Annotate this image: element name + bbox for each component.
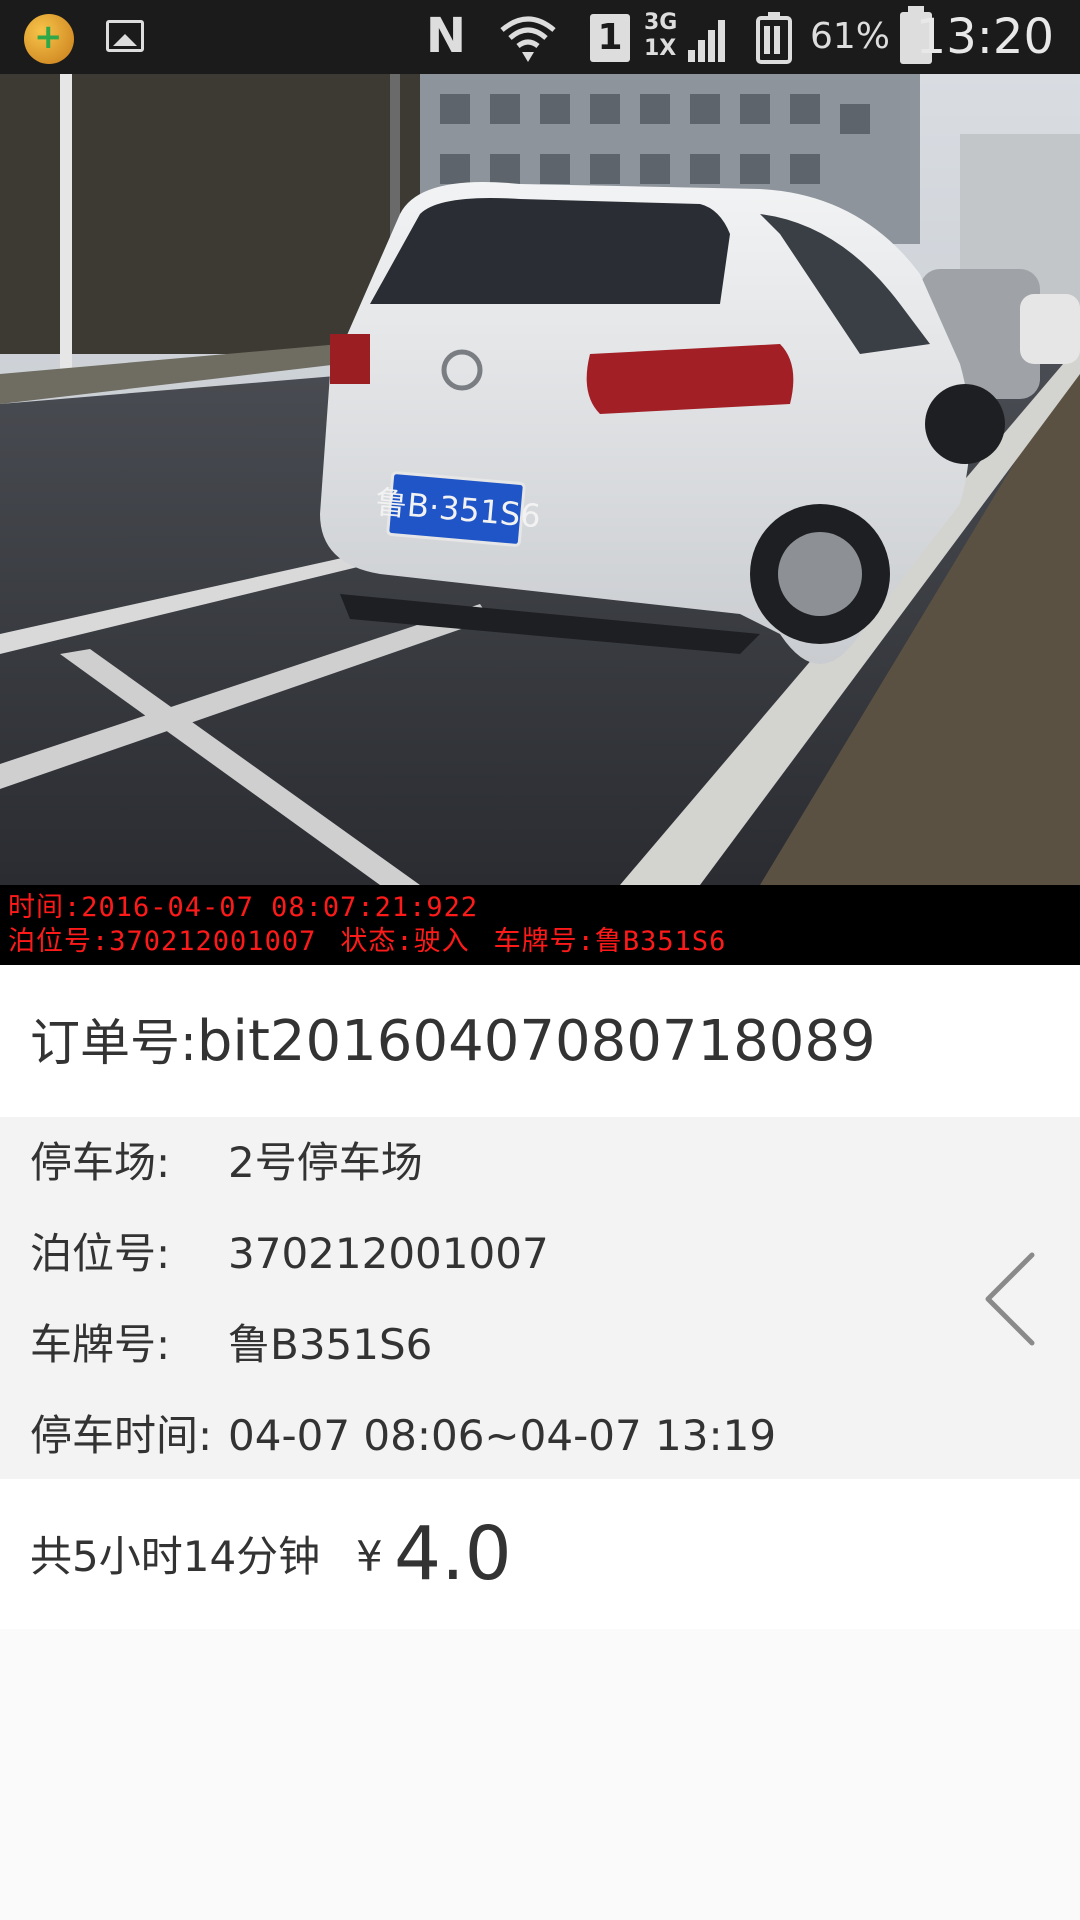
detail-value: 370212001007 <box>228 1229 549 1278</box>
fee-amount: 4.0 <box>394 1511 512 1597</box>
detail-label: 停车场: <box>30 1138 171 1187</box>
order-number: 订单号:bit20160407080718089 <box>30 1010 876 1075</box>
overlay-line-info: 泊位号:370212001007 状态:驶入 车牌号:鲁B351S6 <box>8 925 1080 959</box>
sim-icon: 1 <box>590 14 630 62</box>
overlay-plate-label: 车牌号: <box>493 926 595 957</box>
clock: 13:20 <box>915 9 1054 65</box>
total-row: 共5小时14分钟 ¥ 4.0 <box>0 1479 1080 1629</box>
parking-duration: 共5小时14分钟 <box>30 1532 321 1581</box>
detail-value: 04-07 08:06~04-07 13:19 <box>228 1411 777 1460</box>
detail-value: 2号停车场 <box>228 1138 423 1187</box>
detail-value: 鲁B351S6 <box>228 1320 433 1369</box>
order-number-value: bit20160407080718089 <box>196 1009 876 1074</box>
signal-bars-icon <box>688 20 725 62</box>
gallery-icon <box>106 20 144 52</box>
chevron-left-icon[interactable] <box>980 1249 1040 1349</box>
photo-image: 鲁B·351S6 <box>0 74 1080 885</box>
detail-label: 停车时间: <box>30 1411 213 1460</box>
signal-icon: 3G 1X <box>644 10 728 66</box>
detail-label: 泊位号: <box>30 1229 171 1278</box>
order-number-label: 订单号: <box>30 1014 197 1072</box>
overlay-line-time: 时间:2016-04-07 08:07:21:922 <box>8 891 1080 925</box>
overlay-status-value: 驶入 <box>413 926 470 957</box>
battery-saver-icon <box>756 12 792 64</box>
overlay-time-label: 时间: <box>8 892 82 923</box>
status-bar: + N 1 3G 1X 61% 13:20 <box>0 0 1080 74</box>
photo-timestamp-overlay: 时间:2016-04-07 08:07:21:922 泊位号:370212001… <box>0 885 1080 965</box>
overlay-status-label: 状态: <box>340 926 414 957</box>
parking-camera-photo[interactable]: 鲁B·351S6 <box>0 74 1080 885</box>
network-type-label-2: 1X <box>644 36 677 61</box>
detail-label: 车牌号: <box>30 1320 171 1369</box>
overlay-plate-value: 鲁B351S6 <box>594 926 727 957</box>
currency-symbol: ¥ <box>356 1532 383 1581</box>
network-type-label: 3G <box>644 10 678 35</box>
nfc-icon: N <box>425 8 466 64</box>
order-number-row: 订单号:bit20160407080718089 <box>0 965 1080 1117</box>
app-notification-icon: + <box>24 14 74 64</box>
parking-details-card[interactable]: 停车场: 2号停车场 泊位号: 370212001007 车牌号: 鲁B351S… <box>0 1117 1080 1479</box>
wifi-icon <box>500 16 556 62</box>
overlay-berth-label: 泊位号: <box>8 926 110 957</box>
overlay-berth-value: 370212001007 <box>109 926 317 957</box>
overlay-time-value: 2016-04-07 08:07:21:922 <box>81 892 479 923</box>
battery-percent: 61% <box>809 16 890 57</box>
